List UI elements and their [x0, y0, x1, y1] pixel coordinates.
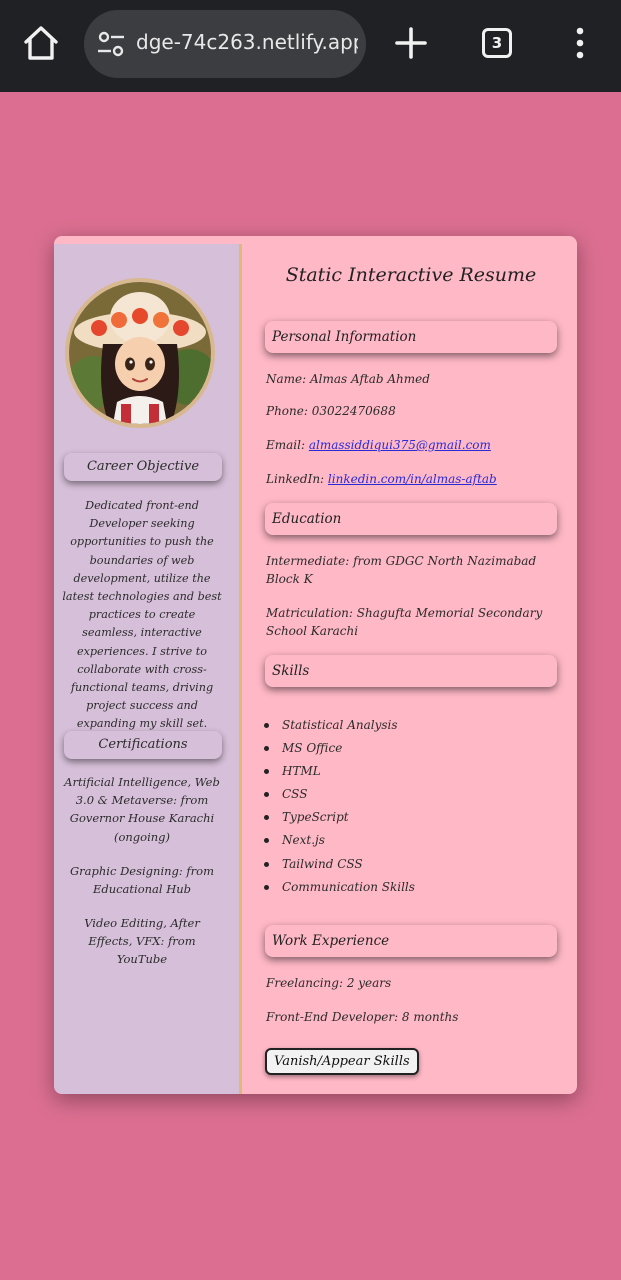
sidebar: Career Objective Dedicated front-end Dev… — [54, 244, 242, 1094]
skill-item: Communication Skills — [264, 878, 553, 901]
email-link[interactable]: almassiddiqui375@gmail.com — [309, 438, 491, 452]
certification-item: Graphic Designing: from Educational Hub — [69, 864, 214, 897]
main-content: Static Interactive Resume Personal Infor… — [245, 236, 577, 1094]
skill-item: Statistical Analysis — [264, 716, 553, 739]
url-text[interactable]: dge-74c263.netlify.app — [136, 30, 358, 54]
certifications-heading: Certifications — [64, 731, 222, 759]
career-objective-text: Dedicated front-end Developer seeking op… — [62, 499, 222, 731]
certification-item: Video Editing, After Effects, VFX: from … — [84, 916, 200, 967]
skills-heading: Skills — [265, 655, 557, 687]
linkedin-label: LinkedIn: — [266, 472, 328, 486]
work-item: Front-End Developer: 8 months — [266, 1010, 459, 1024]
skill-item: Tailwind CSS — [264, 855, 553, 878]
resume-card: Career Objective Dedicated front-end Dev… — [54, 236, 577, 1094]
linkedin-link[interactable]: linkedin.com/in/almas-aftab — [328, 472, 497, 486]
vanish-appear-skills-button[interactable]: Vanish/Appear Skills — [265, 1048, 419, 1075]
resume-title: Static Interactive Resume — [285, 264, 537, 286]
linkedin-line: LinkedIn: linkedin.com/in/almas-aftab — [266, 470, 558, 488]
home-icon[interactable] — [22, 24, 60, 62]
personal-info-heading: Personal Information — [265, 321, 557, 353]
career-objective-heading: Career Objective — [64, 453, 222, 481]
browser-toolbar: dge-74c263.netlify.app 3 — [0, 0, 621, 92]
profile-avatar — [65, 278, 215, 428]
site-settings-icon[interactable] — [96, 30, 126, 58]
work-item: Freelancing: 2 years — [266, 976, 392, 990]
profile-illustration — [69, 282, 211, 424]
more-menu-icon[interactable] — [570, 26, 590, 60]
skills-list: Statistical Analysis MS Office HTML CSS … — [264, 716, 553, 901]
education-heading: Education — [265, 503, 557, 535]
email-label: Email: — [266, 438, 309, 452]
skill-item: CSS — [264, 785, 553, 808]
education-item: Matriculation: Shagufta Memorial Seconda… — [266, 606, 543, 638]
phone-line: Phone: 03022470688 — [266, 404, 396, 418]
skill-item: HTML — [264, 762, 553, 785]
skill-item: Next.js — [264, 831, 553, 854]
tab-switcher-icon[interactable]: 3 — [482, 28, 512, 58]
name-line: Name: Almas Aftab Ahmed — [266, 372, 430, 386]
education-item: Intermediate: from GDGC North Nazimabad … — [266, 554, 537, 586]
new-tab-icon[interactable] — [394, 26, 428, 60]
email-line: Email: almassiddiqui375@gmail.com — [266, 436, 558, 454]
skill-item: TypeScript — [264, 808, 553, 831]
address-bar[interactable]: dge-74c263.netlify.app — [84, 10, 366, 78]
certification-item: Artificial Intelligence, Web 3.0 & Metav… — [64, 775, 220, 844]
skill-item: MS Office — [264, 739, 553, 762]
work-experience-heading: Work Experience — [265, 925, 557, 957]
